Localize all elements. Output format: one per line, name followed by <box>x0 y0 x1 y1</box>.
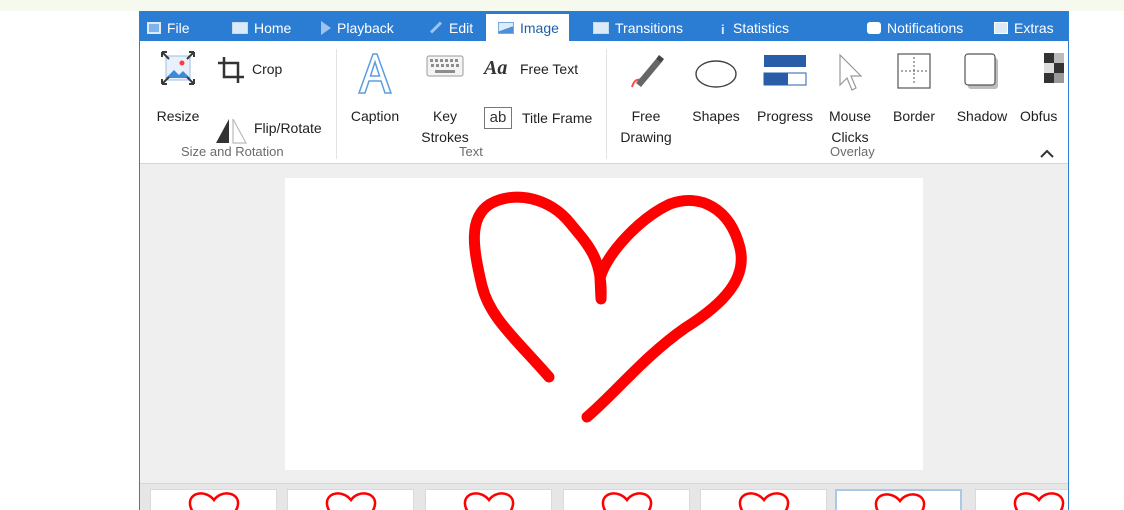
heart-thumbnail <box>601 492 653 510</box>
extras-icon <box>994 21 1008 34</box>
free-text-label: Free Text <box>520 61 579 77</box>
tab-edit[interactable]: Edit <box>429 14 473 41</box>
divider <box>336 49 337 159</box>
flip-rotate-icon <box>216 118 248 144</box>
heart-thumbnail <box>325 492 377 510</box>
resize-button[interactable]: Resize <box>154 51 204 124</box>
crop-button[interactable]: Crop <box>214 55 294 85</box>
tab-image-label: Image <box>520 19 559 36</box>
key-strokes-button[interactable]: Key Strokes <box>415 51 475 151</box>
tab-image[interactable]: Image <box>486 14 569 41</box>
tab-playback[interactable]: Playback <box>321 14 394 41</box>
frame-thumbnail[interactable] <box>700 489 827 510</box>
tab-file[interactable]: File <box>147 14 190 41</box>
tab-bar: File Home Playback Edit Image Transition… <box>140 11 1068 41</box>
home-icon <box>232 21 248 34</box>
frame-strip <box>140 483 1068 510</box>
shadow-label: Shadow <box>956 108 1008 124</box>
brush-icon <box>631 55 664 88</box>
tab-playback-label: Playback <box>337 19 394 36</box>
title-frame-label: Title Frame <box>522 110 593 126</box>
heart-thumbnail <box>463 492 515 510</box>
tab-home[interactable]: Home <box>232 14 291 41</box>
cursor-icon <box>839 53 863 91</box>
tab-file-label: File <box>167 19 190 36</box>
font-icon: Aa <box>484 57 508 79</box>
ribbon: Resize Crop Flip/Rotate Caption Key Stro… <box>140 41 1068 164</box>
heart-thumbnail <box>188 492 240 510</box>
border-label: Border <box>892 108 936 124</box>
canvas-area <box>140 165 1068 483</box>
group-label-overlay: Overlay <box>830 144 875 159</box>
crop-label: Crop <box>252 61 283 77</box>
shapes-label: Shapes <box>692 108 740 124</box>
shadow-icon <box>964 53 998 89</box>
pencil-icon <box>429 21 443 34</box>
ellipse-icon <box>695 60 737 88</box>
free-drawing-button[interactable]: Free Drawing <box>616 51 676 151</box>
group-label-text: Text <box>459 144 483 159</box>
frame-thumbnail[interactable] <box>975 489 1068 510</box>
crop-icon <box>218 57 244 83</box>
extras-label: Extras <box>1014 19 1054 36</box>
flip-rotate-button[interactable]: Flip/Rotate <box>214 113 334 147</box>
transitions-icon <box>593 21 609 34</box>
image-canvas[interactable] <box>285 178 923 470</box>
group-label-size-rotation: Size and Rotation <box>181 144 284 159</box>
notifications-label: Notifications <box>887 19 964 36</box>
image-icon <box>498 21 514 34</box>
obfuscate-label: Obfus <box>1020 108 1058 121</box>
flip-rotate-label: Flip/Rotate <box>254 120 322 136</box>
info-icon: i <box>721 21 725 37</box>
frame-thumbnail[interactable] <box>425 489 552 510</box>
caption-label: Caption <box>350 108 400 124</box>
heart-thumbnail <box>1013 492 1065 510</box>
frame-thumbnail[interactable] <box>287 489 414 510</box>
collapse-ribbon-icon[interactable] <box>1040 149 1054 159</box>
notifications-button[interactable]: Notifications <box>867 14 963 41</box>
mouse-clicks-label-1: Mouse <box>828 108 872 124</box>
title-frame-button[interactable]: ab Title Frame <box>484 105 604 135</box>
key-strokes-label-1: Key <box>432 108 458 124</box>
resize-label: Resize <box>156 108 200 124</box>
shadow-button[interactable]: Shadow <box>952 51 1012 124</box>
mouse-clicks-button[interactable]: Mouse Clicks <box>822 51 878 151</box>
notification-icon <box>867 21 881 34</box>
pixelate-icon <box>1044 53 1064 83</box>
frame-thumbnail[interactable] <box>150 489 277 510</box>
progress-label: Progress <box>756 108 814 124</box>
tab-statistics[interactable]: i Statistics <box>721 14 789 41</box>
heart-thumbnail <box>738 492 790 510</box>
caption-button[interactable]: Caption <box>345 51 405 124</box>
frame-thumbnail-selected[interactable] <box>835 489 962 510</box>
resize-icon <box>161 51 195 85</box>
app-window: File Home Playback Edit Image Transition… <box>139 11 1069 510</box>
divider <box>606 49 607 159</box>
progress-button[interactable]: Progress <box>752 51 818 124</box>
caption-icon <box>357 53 393 94</box>
play-icon <box>321 20 331 35</box>
file-icon <box>147 21 161 34</box>
keyboard-icon <box>426 55 464 77</box>
title-frame-icon: ab <box>484 107 512 129</box>
free-text-button[interactable]: Aa Free Text <box>484 55 594 85</box>
extras-button[interactable]: Extras <box>994 14 1054 41</box>
heart-thumbnail <box>874 493 926 510</box>
heart-drawing <box>468 191 747 423</box>
free-drawing-label-1: Free <box>631 108 661 124</box>
frame-thumbnail[interactable] <box>563 489 690 510</box>
tab-transitions[interactable]: Transitions <box>593 14 683 41</box>
obfuscate-button[interactable]: Obfus <box>1020 51 1068 121</box>
top-strip <box>0 0 1124 11</box>
free-drawing-label-2: Drawing <box>620 129 672 145</box>
tab-statistics-label: Statistics <box>733 19 790 36</box>
border-icon <box>897 53 931 89</box>
progress-icon <box>763 55 807 86</box>
tab-edit-label: Edit <box>449 19 474 36</box>
shapes-button[interactable]: Shapes <box>686 51 746 124</box>
tab-home-label: Home <box>254 19 292 36</box>
tab-transitions-label: Transitions <box>615 19 683 36</box>
border-button[interactable]: Border <box>886 51 942 124</box>
